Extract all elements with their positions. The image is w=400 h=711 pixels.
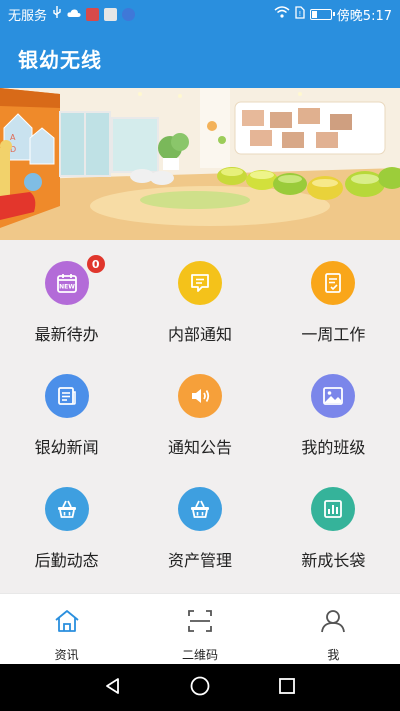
menu-item-label: 内部通知 <box>167 325 232 344</box>
sim-icon: ! <box>295 5 305 23</box>
menu-item-weekly-work[interactable]: 一周工作 <box>267 240 400 353</box>
checklist-icon <box>311 261 356 305</box>
menu-item-growth-bag[interactable]: 新成长袋 <box>267 466 400 593</box>
svg-text:A: A <box>10 133 16 142</box>
menu-item-latest-todo[interactable]: NEW 0 最新待办 <box>0 240 133 353</box>
newspaper-icon <box>44 374 89 418</box>
user-icon <box>319 608 347 638</box>
usb-icon <box>52 5 62 23</box>
status-left: 无服务 <box>8 5 136 24</box>
tab-label: 二维码 <box>181 648 218 662</box>
home-circle-icon[interactable] <box>189 675 211 701</box>
menu-item-my-class[interactable]: 我的班级 <box>267 353 400 466</box>
menu-item-label: 新成长袋 <box>301 551 366 570</box>
app-notification-icon-3 <box>122 7 136 21</box>
app-title: 银幼无线 <box>18 47 102 72</box>
system-navigation-bar <box>0 664 400 711</box>
menu-item-label: 银幼新闻 <box>34 438 99 457</box>
tab-label: 资讯 <box>54 648 79 662</box>
app-notification-icon <box>86 7 100 21</box>
calendar-new-icon: NEW 0 <box>44 255 105 305</box>
menu-item-announcements[interactable]: 通知公告 <box>133 353 266 466</box>
status-bar: 无服务 ! 傍晚5:17 <box>0 0 400 28</box>
time-text: 傍晚5:17 <box>336 8 392 24</box>
menu-item-label: 通知公告 <box>167 438 232 457</box>
menu-item-label: 我的班级 <box>301 438 366 457</box>
home-icon <box>53 608 81 638</box>
app-bar: 银幼无线 <box>0 28 400 88</box>
tab-qrcode[interactable]: 二维码 <box>133 594 266 664</box>
menu-item-logistics[interactable]: 后勤动态 <box>0 466 133 593</box>
tab-me[interactable]: 我 <box>267 594 400 664</box>
menu-item-label: 后勤动态 <box>34 551 99 570</box>
speaker-icon <box>177 374 222 418</box>
notice-card-icon <box>177 261 222 305</box>
basket-icon <box>44 487 89 531</box>
basket-icon <box>177 487 222 531</box>
kindergarten-classroom-illustration: A D <box>0 88 400 240</box>
menu-item-label: 资产管理 <box>167 551 232 570</box>
app-notification-icon-2 <box>104 7 118 21</box>
picture-icon <box>311 374 356 418</box>
menu-item-asset-management[interactable]: 资产管理 <box>133 466 266 593</box>
bar-chart-icon <box>311 487 356 531</box>
svg-text:!: ! <box>298 10 301 18</box>
carrier-text: 无服务 <box>8 8 48 24</box>
bottom-tab-bar: 资讯 二维码 我 <box>0 593 400 664</box>
status-right: ! 傍晚5:17 <box>274 5 392 24</box>
banner-image[interactable]: A D <box>0 88 400 240</box>
menu-item-school-news[interactable]: 银幼新闻 <box>0 353 133 466</box>
menu-item-label: 最新待办 <box>34 325 99 344</box>
back-icon[interactable] <box>103 676 123 700</box>
scan-icon <box>186 608 214 638</box>
menu-item-internal-notice[interactable]: 内部通知 <box>133 240 266 353</box>
todo-count-badge: 0 <box>86 255 105 273</box>
menu-grid: NEW 0 最新待办 内部通知 一周工作 银幼新闻 通知公告 我的班级 后勤动态… <box>0 240 400 593</box>
svg-text:NEW: NEW <box>59 284 75 291</box>
menu-item-label: 一周工作 <box>301 325 366 344</box>
tab-news[interactable]: 资讯 <box>0 594 133 664</box>
cloud-icon <box>67 7 81 22</box>
battery-level <box>311 10 317 18</box>
wifi-icon <box>274 6 290 22</box>
tab-label: 我 <box>327 648 340 662</box>
battery-icon <box>309 8 335 20</box>
recent-apps-icon[interactable] <box>277 676 297 700</box>
